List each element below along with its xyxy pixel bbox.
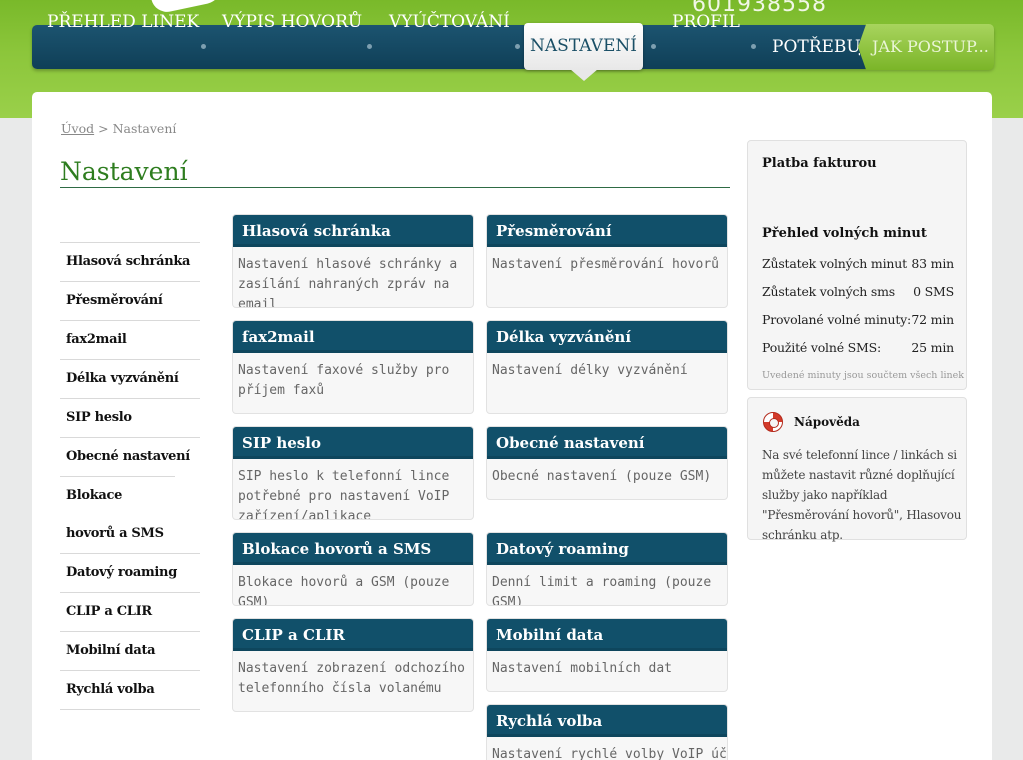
card-title[interactable]: Blokace hovorů a SMS <box>233 533 473 565</box>
card-description: Nastavení hlasové schránky a zasílání na… <box>238 257 458 308</box>
row-value: 72 min <box>911 312 954 327</box>
nav-separator <box>367 44 372 49</box>
side-menu: Hlasová schránka Přesměrování fax2mail D… <box>60 242 200 710</box>
help-box: Nápověda Na své telefonní lince / linkác… <box>747 397 967 542</box>
nav-separator <box>201 44 206 49</box>
side-menu-item-delka-vyzvaneni[interactable]: Délka vyzvánění <box>60 359 200 398</box>
payment-title: Platba fakturou <box>762 156 877 171</box>
nav-item-vypis-hovoru[interactable]: Výpis hovorů <box>222 0 362 44</box>
settings-card-delka-vyzvaneni[interactable]: Délka vyzvánění Nastavení délky vyzváněn… <box>486 320 728 414</box>
side-menu-item-clip-clir[interactable]: CLIP a CLIR <box>60 592 200 631</box>
card-description: Denní limit a roaming (pouze GSM) <box>492 575 712 606</box>
settings-card-blokace[interactable]: Blokace hovorů a SMS Blokace hovorů a GS… <box>232 532 474 606</box>
nav-active-arrow <box>570 69 598 81</box>
title-divider <box>60 187 730 188</box>
settings-card-mobilni-data[interactable]: Mobilní data Nastavení mobilních dat <box>486 618 728 692</box>
side-menu-item-hlasova-schranka[interactable]: Hlasová schránka <box>60 242 200 281</box>
card-description: Nastavení faxové služby pro příjem faxů <box>238 363 450 398</box>
free-minutes-title: Přehled volných minut <box>762 226 927 241</box>
side-menu-item-rychla-volba[interactable]: Rychlá volba <box>60 670 200 709</box>
side-menu-item-datovy-roaming[interactable]: Datový roaming <box>60 553 200 592</box>
side-menu-item-mobilni-data[interactable]: Mobilní data <box>60 631 200 670</box>
side-menu-item-presmerovani[interactable]: Přesměrování <box>60 281 200 320</box>
breadcrumb-separator: > <box>98 121 109 136</box>
card-description: Nastavení rychlé volby VoIP účtů <box>492 747 728 760</box>
settings-card-rychla-volba[interactable]: Rychlá volba Nastavení rychlé volby VoIP… <box>486 704 728 760</box>
row-label: Zůstatek volných minut <box>762 256 907 271</box>
lifebuoy-icon <box>763 412 783 432</box>
card-description: Nastavení délky vyzvánění <box>492 363 688 378</box>
card-title[interactable]: Rychlá volba <box>487 705 727 737</box>
row-label: Použité volné SMS: <box>762 340 882 355</box>
card-description: Blokace hovorů a GSM (pouze GSM) <box>238 575 450 606</box>
free-sms-row: Zůstatek volných sms 0 SMS <box>748 277 966 305</box>
side-menu-item-obecne-nastaveni[interactable]: Obecné nastavení <box>60 437 200 476</box>
settings-card-presmerovani[interactable]: Přesměrování Nastavení přesměrování hovo… <box>486 214 728 308</box>
side-menu-item-sip-heslo[interactable]: SIP heslo <box>60 398 200 437</box>
nav-item-prehled-linek[interactable]: Přehled linek <box>47 0 199 44</box>
card-title[interactable]: CLIP a CLIR <box>233 619 473 651</box>
nav-item-vyuctovani[interactable]: Vyúčtování <box>389 0 510 44</box>
row-value: 83 min <box>911 256 954 271</box>
card-title[interactable]: Obecné nastavení <box>487 427 727 459</box>
row-label: Zůstatek volných sms <box>762 284 895 299</box>
settings-card-sip-heslo[interactable]: SIP heslo SIP heslo k telefonní lince po… <box>232 426 474 520</box>
help-title: Nápověda <box>794 415 860 429</box>
card-description: Obecné nastavení (pouze GSM) <box>492 469 712 484</box>
row-value: 25 min <box>911 340 954 355</box>
nav-separator <box>751 44 756 49</box>
breadcrumb-current: Nastavení <box>112 121 177 136</box>
nav-item-nastaveni[interactable]: Nastavení <box>524 23 643 70</box>
card-description: Nastavení mobilních dat <box>492 661 673 676</box>
card-description: Nastavení přesměrování hovorů <box>492 257 719 272</box>
side-menu-item-fax2mail[interactable]: fax2mail <box>60 320 200 359</box>
help-text: Na své telefonní lince / linkách si může… <box>762 448 962 542</box>
settings-card-obecne-nastaveni[interactable]: Obecné nastavení Obecné nastavení (pouze… <box>486 426 728 500</box>
side-menu-item-blokace[interactable]: Blokace hovorů a SMS <box>60 476 175 553</box>
nav-separator <box>515 44 520 49</box>
card-title[interactable]: Mobilní data <box>487 619 727 651</box>
nav-item-potrebujete-poradit[interactable]: Potřebujete poradit? <box>772 25 860 69</box>
card-title[interactable]: Hlasová schránka <box>233 215 473 247</box>
used-sms-row: Použité volné SMS: 25 min <box>748 333 966 361</box>
minutes-note: Uvedené minuty jsou součtem všech linek <box>762 370 965 381</box>
page-title: Nastavení <box>60 157 188 186</box>
nav-separator <box>651 44 656 49</box>
breadcrumb-home-link[interactable]: Úvod <box>61 121 94 136</box>
settings-card-hlasova-schranka[interactable]: Hlasová schránka Nastavení hlasové schrá… <box>232 214 474 308</box>
row-value: 0 SMS <box>913 284 954 299</box>
help-button-label: JAK POSTUP... <box>872 37 989 56</box>
free-minutes-row: Zůstatek volných minut 83 min <box>748 249 966 277</box>
card-title[interactable]: Délka vyzvánění <box>487 321 727 353</box>
breadcrumb: Úvod > Nastavení <box>61 121 176 136</box>
settings-card-fax2mail[interactable]: fax2mail Nastavení faxové služby pro pří… <box>232 320 474 414</box>
account-summary-box: Platba fakturou Přehled volných minut Zů… <box>747 140 967 390</box>
card-title[interactable]: Přesměrování <box>487 215 727 247</box>
side-menu-divider <box>60 709 200 710</box>
settings-card-clip-clir[interactable]: CLIP a CLIR Nastavení zobrazení odchozíh… <box>232 618 474 712</box>
row-label: Provolané volné minuty: <box>762 312 912 327</box>
card-title[interactable]: fax2mail <box>233 321 473 353</box>
nav-item-profil[interactable]: Profil <box>672 0 740 44</box>
card-title[interactable]: Datový roaming <box>487 533 727 565</box>
card-description: SIP heslo k telefonní lince potřebné pro… <box>238 469 450 520</box>
used-minutes-row: Provolané volné minuty: 72 min <box>748 305 966 333</box>
card-title[interactable]: SIP heslo <box>233 427 473 459</box>
card-description: Nastavení zobrazení odchozího telefonníh… <box>238 661 465 696</box>
free-minutes-list: Zůstatek volných minut 83 min Zůstatek v… <box>748 249 966 361</box>
settings-card-datovy-roaming[interactable]: Datový roaming Denní limit a roaming (po… <box>486 532 728 606</box>
